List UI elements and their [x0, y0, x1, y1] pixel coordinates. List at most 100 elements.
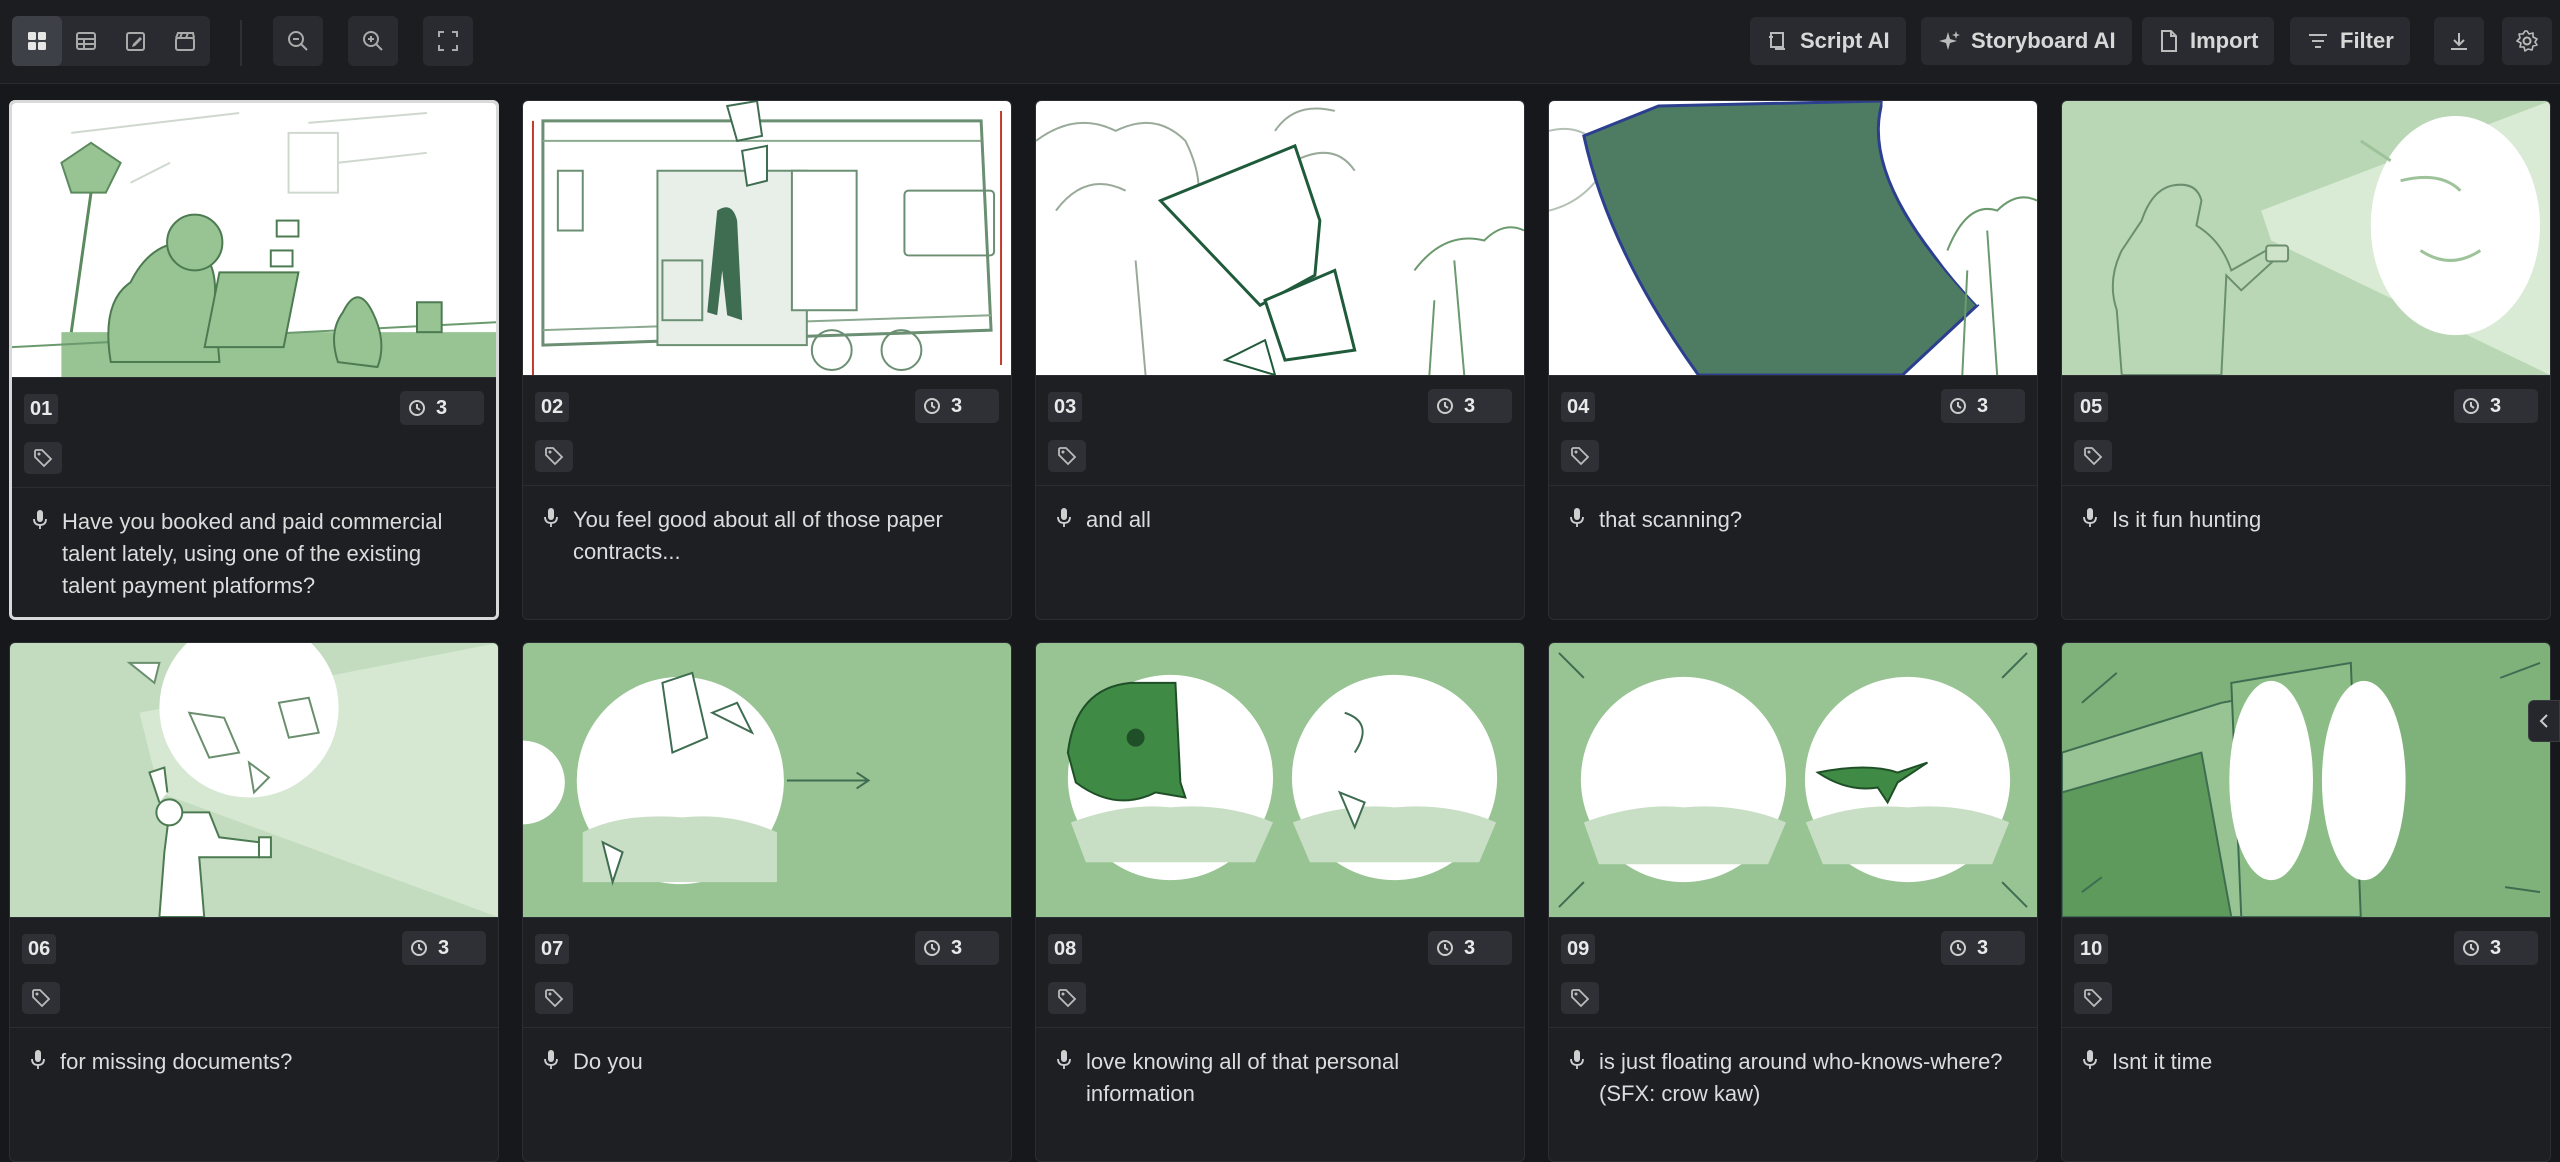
- duration-badge[interactable]: 3: [400, 391, 484, 425]
- tag-icon: [1057, 446, 1077, 466]
- card-divider: [1036, 485, 1524, 486]
- settings-button[interactable]: [2502, 17, 2552, 65]
- shot-card[interactable]: 07 3 Do you: [522, 642, 1012, 1162]
- side-panel-toggle[interactable]: [2528, 700, 2560, 742]
- grid-view-button[interactable]: [12, 16, 62, 66]
- duration-badge[interactable]: 3: [2454, 931, 2538, 965]
- microphone-icon: [543, 507, 559, 568]
- tag-button[interactable]: [2074, 440, 2112, 472]
- fullscreen-button[interactable]: [423, 16, 473, 66]
- duration-badge[interactable]: 3: [1428, 389, 1512, 423]
- duration-badge[interactable]: 3: [915, 389, 999, 423]
- shot-thumbnail[interactable]: [1036, 643, 1524, 918]
- microphone-icon: [2082, 1049, 2098, 1078]
- duration-badge[interactable]: 3: [1428, 931, 1512, 965]
- shot-number: 02: [535, 392, 570, 422]
- shot-number: 07: [535, 934, 570, 964]
- dialogue-text: and all: [1086, 507, 1151, 532]
- shot-number: 05: [2074, 392, 2109, 422]
- shot-card[interactable]: 05 3 Is it fun hunting: [2061, 100, 2551, 620]
- tag-button[interactable]: [1048, 440, 1086, 472]
- duration-badge[interactable]: 3: [2454, 389, 2538, 423]
- toolbar-divider: [240, 20, 242, 66]
- table-view-button[interactable]: [62, 16, 112, 66]
- shot-card[interactable]: 04 3 that scanning?: [1548, 100, 2038, 620]
- filter-button[interactable]: Filter: [2290, 17, 2410, 65]
- duration-badge[interactable]: 3: [1941, 389, 2025, 423]
- duration-value: 3: [436, 396, 448, 419]
- duration-badge[interactable]: 3: [402, 931, 486, 965]
- dialogue-row[interactable]: Do you: [543, 1046, 991, 1078]
- clock-icon: [2462, 397, 2480, 415]
- tag-button[interactable]: [1048, 982, 1086, 1014]
- shot-card[interactable]: 03 3 and all: [1035, 100, 1525, 620]
- script-ai-button[interactable]: Script AI: [1750, 17, 1906, 65]
- tag-button[interactable]: [22, 982, 60, 1014]
- tag-button[interactable]: [1561, 440, 1599, 472]
- clock-icon: [408, 399, 426, 417]
- microphone-icon: [32, 509, 48, 602]
- clock-icon: [923, 939, 941, 957]
- card-divider: [12, 487, 496, 488]
- shot-thumbnail[interactable]: [10, 643, 498, 918]
- dialogue-row[interactable]: and all: [1056, 504, 1504, 536]
- shot-thumbnail[interactable]: [2062, 101, 2550, 376]
- gear-icon: [2515, 29, 2539, 53]
- card-divider: [523, 485, 1011, 486]
- tag-button[interactable]: [1561, 982, 1599, 1014]
- dialogue-row[interactable]: is just floating around who-knows-where?…: [1569, 1046, 2017, 1110]
- clock-icon: [410, 939, 428, 957]
- dialogue-text: Have you booked and paid commercial tale…: [62, 509, 443, 598]
- dialogue-row[interactable]: Have you booked and paid commercial tale…: [32, 506, 476, 602]
- tag-button[interactable]: [24, 442, 62, 474]
- shot-thumbnail[interactable]: [12, 103, 496, 378]
- shot-thumbnail[interactable]: [523, 643, 1011, 918]
- duration-value: 3: [2490, 936, 2502, 959]
- grid-icon: [26, 30, 48, 52]
- duration-badge[interactable]: 3: [1941, 931, 2025, 965]
- zoom-out-icon: [286, 29, 310, 53]
- shot-card[interactable]: 09 3 is just floating around who-knows-w…: [1548, 642, 2038, 1162]
- dialogue-text: Do you: [573, 1049, 643, 1074]
- shot-number: 10: [2074, 934, 2109, 964]
- card-divider: [2062, 485, 2550, 486]
- filter-icon: [2306, 29, 2330, 53]
- shot-thumbnail[interactable]: [1549, 643, 2037, 918]
- dialogue-row[interactable]: that scanning?: [1569, 504, 2017, 536]
- shot-card[interactable]: 06 3 for missing documents?: [9, 642, 499, 1162]
- clock-icon: [923, 397, 941, 415]
- download-button[interactable]: [2434, 17, 2484, 65]
- shot-thumbnail[interactable]: [2062, 643, 2550, 918]
- shot-thumbnail[interactable]: [1549, 101, 2037, 376]
- zoom-out-button[interactable]: [273, 16, 323, 66]
- shot-card[interactable]: 08 3 love knowing all of that personal i…: [1035, 642, 1525, 1162]
- shot-card[interactable]: 02 3 You feel good about all of those pa…: [522, 100, 1012, 620]
- tag-button[interactable]: [535, 440, 573, 472]
- dialogue-row[interactable]: for missing documents?: [30, 1046, 478, 1078]
- tag-button[interactable]: [2074, 982, 2112, 1014]
- sparkle-icon: [1937, 29, 1961, 53]
- import-button[interactable]: Import: [2142, 17, 2275, 65]
- clapper-view-button[interactable]: [161, 16, 211, 66]
- dialogue-row[interactable]: love knowing all of that personal inform…: [1056, 1046, 1504, 1110]
- microphone-icon: [1056, 507, 1072, 536]
- dialogue-row[interactable]: Is it fun hunting: [2082, 504, 2530, 536]
- shot-card[interactable]: 01 3 Have you booked and paid commercial…: [9, 100, 499, 620]
- dialogue-row[interactable]: Isnt it time: [2082, 1046, 2530, 1078]
- duration-value: 3: [2490, 394, 2502, 417]
- shot-thumbnail[interactable]: [1036, 101, 1524, 376]
- tag-icon: [544, 988, 564, 1008]
- clock-icon: [1949, 397, 1967, 415]
- clock-icon: [1949, 939, 1967, 957]
- tag-button[interactable]: [535, 982, 573, 1014]
- zoom-in-button[interactable]: [348, 16, 398, 66]
- dialogue-row[interactable]: You feel good about all of those paper c…: [543, 504, 991, 568]
- tag-icon: [544, 446, 564, 466]
- edit-view-button[interactable]: [111, 16, 161, 66]
- storyboard-ai-button[interactable]: Storyboard AI: [1921, 17, 2132, 65]
- duration-badge[interactable]: 3: [915, 931, 999, 965]
- duration-value: 3: [951, 394, 963, 417]
- shot-thumbnail[interactable]: [523, 101, 1011, 376]
- shot-card[interactable]: 10 3 Isnt it time: [2061, 642, 2551, 1162]
- tag-icon: [1570, 988, 1590, 1008]
